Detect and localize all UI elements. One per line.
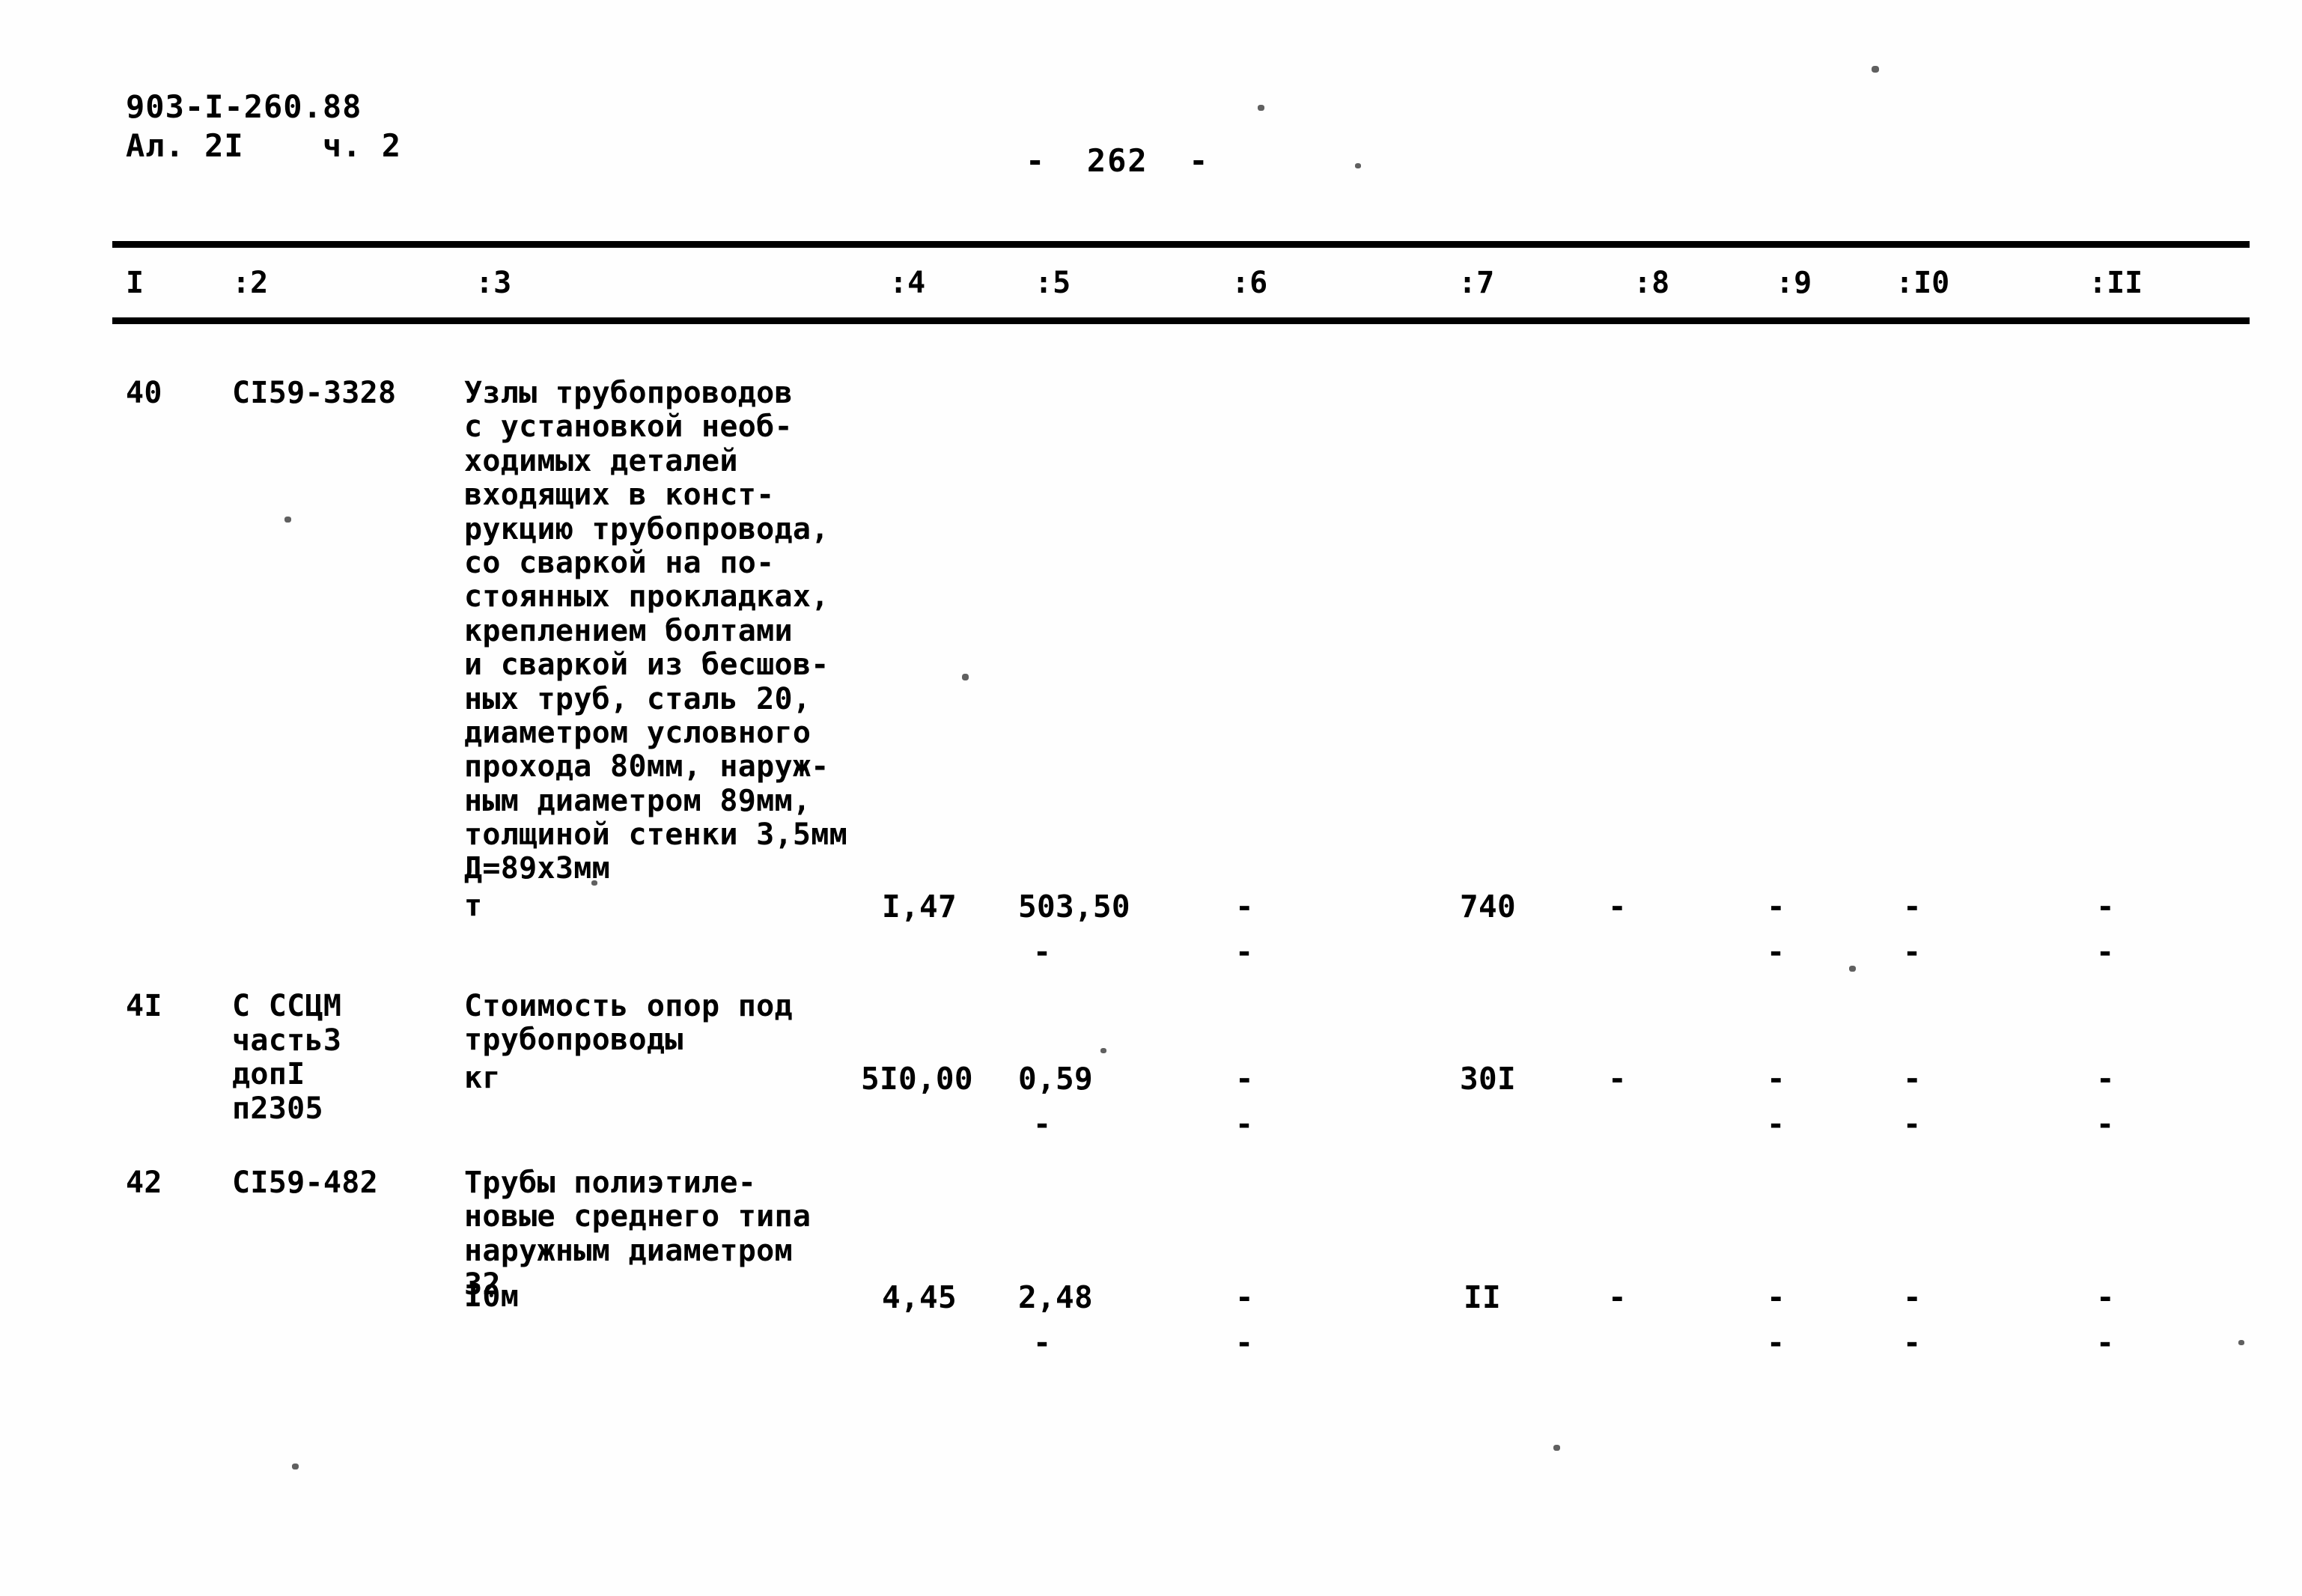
document-page: 903-I-260.88 Ал. 2I ч. 2 - 262 - I :2 :3… xyxy=(0,0,2302,1596)
cell-col11: - xyxy=(2096,889,2115,925)
table-top-rule xyxy=(112,241,2250,248)
row-description: Стоимость опор под трубопроводы xyxy=(464,989,793,1058)
cell-col4: 5I0,00 xyxy=(861,1061,973,1097)
cell-col5: 503,50 xyxy=(1018,889,1130,925)
cell-col9-second: - xyxy=(1767,1107,1785,1142)
cell-col7: II xyxy=(1464,1279,1501,1315)
cell-col7: 740 xyxy=(1460,889,1516,925)
cell-col8: - xyxy=(1608,1061,1627,1097)
column-header-7: :7 xyxy=(1458,266,1495,300)
cell-col6-second: - xyxy=(1235,1326,1254,1360)
cell-col11-second: - xyxy=(2096,935,2115,969)
row-code: С ССЦМ частьЗ допI п2305 xyxy=(232,989,342,1126)
cell-col6: - xyxy=(1235,1061,1254,1097)
column-header-11: :II xyxy=(2089,266,2143,300)
page-number: - 262 - xyxy=(1026,142,1210,179)
row-number: 4I xyxy=(126,989,162,1023)
cell-col9-second: - xyxy=(1767,935,1785,969)
cell-col5: 2,48 xyxy=(1018,1279,1093,1315)
row-number: 40 xyxy=(126,376,162,410)
table-header-rule xyxy=(112,317,2250,324)
document-sheet: Ал. 2I ч. 2 xyxy=(126,127,402,164)
cell-col4: 4,45 xyxy=(882,1279,957,1315)
cell-col11: - xyxy=(2096,1279,2115,1315)
cell-col8: - xyxy=(1608,889,1627,925)
cell-col10: - xyxy=(1903,1061,1922,1097)
column-header-9: :9 xyxy=(1776,266,1812,300)
scan-speck xyxy=(1849,966,1856,972)
cell-col6-second: - xyxy=(1235,935,1254,969)
cell-col4: I,47 xyxy=(882,889,957,925)
row-unit: кг xyxy=(464,1061,501,1095)
scan-speck xyxy=(1553,1445,1560,1451)
cell-col10-second: - xyxy=(1903,935,1922,969)
cell-col9: - xyxy=(1767,1061,1785,1097)
document-header: 903-I-260.88 Ал. 2I ч. 2 xyxy=(126,88,401,164)
cell-col5: 0,59 xyxy=(1018,1061,1093,1097)
column-header-1: I xyxy=(126,266,144,300)
cell-col11-second: - xyxy=(2096,1326,2115,1360)
cell-col11-second: - xyxy=(2096,1107,2115,1142)
row-code: CI59-3328 xyxy=(232,376,397,410)
scan-speck xyxy=(1355,163,1361,168)
cell-col6: - xyxy=(1235,1279,1254,1315)
cell-col6: - xyxy=(1235,889,1254,925)
row-unit: I0м xyxy=(464,1279,520,1314)
table-column-headers: I :2 :3 :4 :5 :6 :7 :8 :9 :I0 :II xyxy=(0,266,2302,312)
column-header-2: :2 xyxy=(232,266,269,300)
scan-speck xyxy=(962,674,969,680)
row-number: 42 xyxy=(126,1166,162,1200)
cell-col11: - xyxy=(2096,1061,2115,1097)
cell-col5-second: - xyxy=(1033,1107,1052,1142)
cell-col5-second: - xyxy=(1033,935,1052,969)
scan-speck xyxy=(1872,66,1879,73)
cell-col6-second: - xyxy=(1235,1107,1254,1142)
cell-col10-second: - xyxy=(1903,1326,1922,1360)
document-code: 903-I-260.88 xyxy=(126,88,362,125)
column-header-10: :I0 xyxy=(1896,266,1950,300)
row-description: Узлы трубопроводов с установкой необ- хо… xyxy=(464,376,848,886)
scan-speck xyxy=(1100,1048,1106,1053)
scan-speck xyxy=(1258,105,1264,111)
column-header-5: :5 xyxy=(1035,266,1071,300)
column-header-3: :3 xyxy=(475,266,512,300)
cell-col10-second: - xyxy=(1903,1107,1922,1142)
row-code: CI59-482 xyxy=(232,1166,379,1200)
cell-col10: - xyxy=(1903,889,1922,925)
column-header-4: :4 xyxy=(889,266,926,300)
cell-col7: 30I xyxy=(1460,1061,1516,1097)
scan-speck xyxy=(284,517,291,523)
cell-col5-second: - xyxy=(1033,1326,1052,1360)
cell-col10: - xyxy=(1903,1279,1922,1315)
column-header-6: :6 xyxy=(1231,266,1268,300)
cell-col8: - xyxy=(1608,1279,1627,1315)
cell-col9-second: - xyxy=(1767,1326,1785,1360)
row-unit: т xyxy=(464,889,483,923)
scan-speck xyxy=(591,880,597,886)
cell-col9: - xyxy=(1767,889,1785,925)
column-header-8: :8 xyxy=(1633,266,1670,300)
cell-col9: - xyxy=(1767,1279,1785,1315)
scan-speck xyxy=(2238,1340,2244,1345)
scan-speck xyxy=(292,1463,299,1469)
